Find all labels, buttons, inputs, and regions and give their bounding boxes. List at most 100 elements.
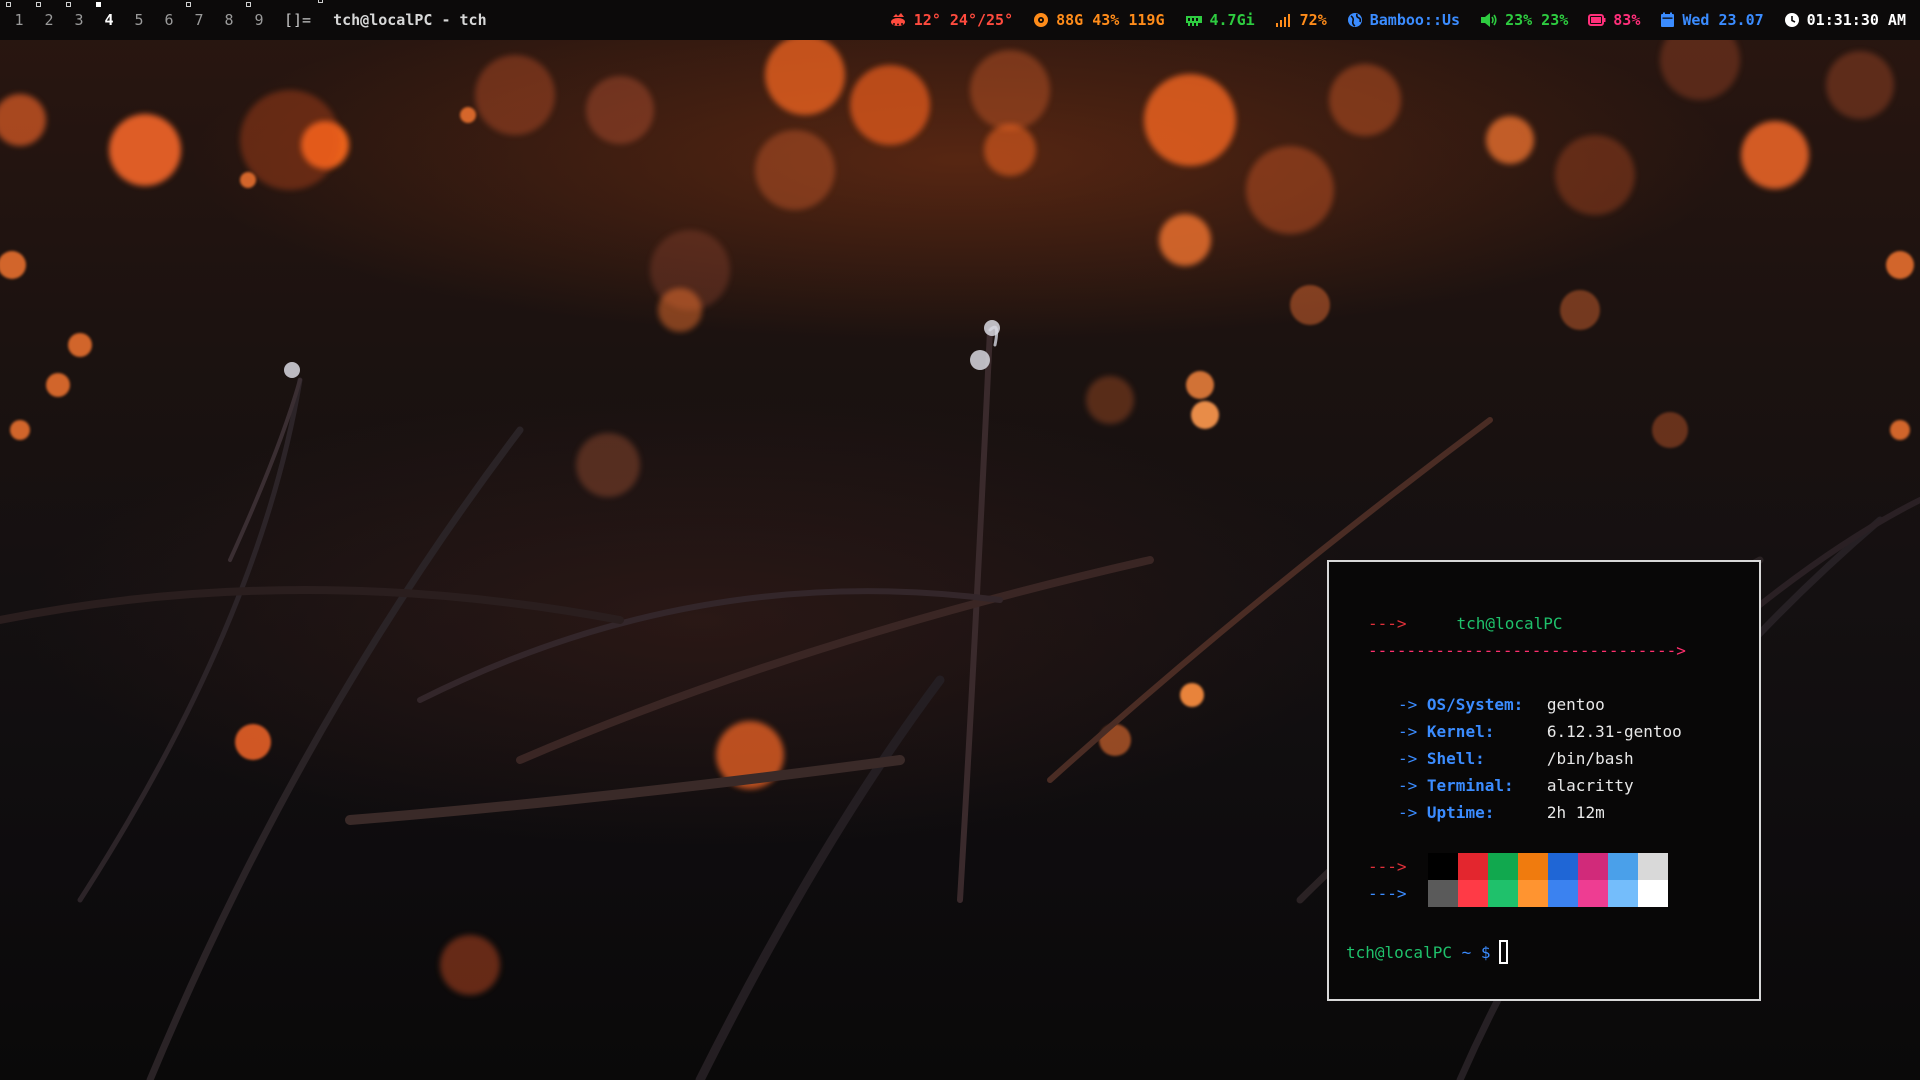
workspace-5[interactable]: 5: [124, 0, 154, 40]
calendar-icon: [1661, 12, 1675, 27]
globe-icon: [1347, 13, 1362, 27]
bokeh-light: [1086, 376, 1134, 424]
bokeh-light: [46, 373, 70, 397]
palette-row-1-swatch-8: [1638, 853, 1668, 880]
date-module[interactable]: Wed 23.07: [1660, 11, 1764, 29]
bokeh-light: [1652, 412, 1688, 448]
workspace-occupied-indicator: [6, 2, 11, 7]
bokeh-light: [850, 65, 930, 145]
workspace-list: 1 2 3 4 5 6 7 8 9: [0, 0, 274, 40]
clock-icon: [1784, 13, 1799, 27]
bokeh-light: [460, 107, 476, 123]
grass-blade: [345, 755, 905, 825]
bokeh-light: [1886, 251, 1914, 279]
bokeh-light: [765, 35, 845, 115]
workspace-occupied-indicator: [246, 2, 251, 7]
color-palette-row-1: [1428, 853, 1668, 880]
palette-row-1-swatch-6: [1578, 853, 1608, 880]
grass-blade: [77, 377, 303, 903]
bokeh-light: [1290, 285, 1330, 325]
header-user: tch@localPC: [1456, 614, 1563, 633]
volume-module[interactable]: 23% 23%: [1480, 11, 1568, 29]
palette-row-2-swatch-3: [1488, 880, 1518, 907]
keyboard-layout-module[interactable]: Bamboo::Us: [1347, 11, 1460, 29]
bokeh-light: [1890, 420, 1910, 440]
bokeh-light: [658, 288, 702, 332]
workspace-8[interactable]: 8: [214, 0, 244, 40]
fetch-divider: -------------------------------->: [1368, 641, 1686, 660]
palette-arrow-2: --->: [1368, 884, 1407, 903]
workspace-4[interactable]: 4: [94, 0, 124, 40]
palette-row-2-swatch-2: [1458, 880, 1488, 907]
workspace-occupied-indicator: [36, 2, 41, 7]
weather-module[interactable]: 12° 24°/25°: [889, 11, 1013, 29]
bokeh-light: [240, 172, 256, 188]
palette-row-2-swatch-8: [1638, 880, 1668, 907]
palette-row-2-swatch-1: [1428, 880, 1458, 907]
grass-blade: [957, 327, 993, 903]
palette-row-1-swatch-5: [1548, 853, 1578, 880]
workspace-occupied-indicator: [66, 2, 71, 7]
palette-row-2-swatch-6: [1578, 880, 1608, 907]
bokeh-light: [10, 420, 30, 440]
memory-module[interactable]: 4.7Gi: [1185, 11, 1255, 29]
workspace-9[interactable]: 9: [244, 0, 274, 40]
dew-drop: [970, 350, 990, 370]
info-os: -> OS/System: gentoo: [1398, 695, 1605, 714]
workspace-6[interactable]: 6: [154, 0, 184, 40]
signal-bars-icon: [1275, 14, 1290, 27]
palette-row-1-swatch-1: [1428, 853, 1458, 880]
bokeh-light: [1555, 135, 1635, 215]
palette-row-1-swatch-2: [1458, 853, 1488, 880]
bokeh-light: [475, 55, 555, 135]
bokeh-light: [1826, 51, 1894, 119]
layout-indicator[interactable]: []=: [284, 0, 323, 29]
workspace-occupied-indicator: [186, 2, 191, 7]
palette-row-1-swatch-7: [1608, 853, 1638, 880]
info-terminal: -> Terminal: alacritty: [1398, 776, 1634, 795]
bokeh-light: [1486, 116, 1534, 164]
bokeh-light: [1159, 214, 1211, 266]
bokeh-light: [1180, 683, 1204, 707]
info-shell: -> Shell:/bin/bash: [1398, 749, 1634, 768]
text-cursor: [1498, 940, 1508, 964]
workspace-3[interactable]: 3: [64, 0, 94, 40]
workspace-1[interactable]: 1: [4, 0, 34, 40]
battery-module[interactable]: 83%: [1588, 11, 1640, 29]
bokeh-light: [0, 94, 46, 146]
info-kernel: -> Kernel: 6.12.31-gentoo: [1398, 722, 1682, 741]
bokeh-light: [0, 251, 26, 279]
clock-module[interactable]: 01:31:30 AM: [1784, 11, 1906, 29]
bokeh-light: [68, 333, 92, 357]
bokeh-light: [1560, 290, 1600, 330]
workspace-occupied-indicator: [96, 2, 101, 7]
terminal-window[interactable]: ---> tch@localPC ------------------------…: [1327, 560, 1761, 1001]
info-uptime: -> Uptime: 2h 12m: [1398, 803, 1605, 822]
dew-drop: [284, 362, 300, 378]
palette-row-1-swatch-4: [1518, 853, 1548, 880]
disk-module[interactable]: 88G 43% 119G: [1033, 11, 1165, 29]
workspace-7[interactable]: 7: [184, 0, 214, 40]
bokeh-light: [970, 50, 1050, 130]
bokeh-light: [1186, 371, 1214, 399]
bokeh-light: [1741, 121, 1809, 189]
layout-indicator-dot: [318, 0, 323, 3]
cpu-module[interactable]: 72%: [1275, 11, 1327, 29]
palette-row-2-swatch-7: [1608, 880, 1638, 907]
window-title: tch@localPC - tch: [333, 11, 487, 29]
grass-blade: [0, 586, 624, 624]
bokeh-light: [586, 76, 654, 144]
workspace-2[interactable]: 2: [34, 0, 64, 40]
grass-blade: [228, 378, 302, 562]
palette-row-2-swatch-5: [1548, 880, 1578, 907]
bokeh-light: [240, 90, 340, 190]
palette-row-2-swatch-4: [1518, 880, 1548, 907]
bokeh-light: [984, 124, 1036, 176]
header-arrow: --->: [1368, 614, 1407, 633]
battery-icon: [1588, 14, 1606, 26]
weather-icon: [890, 13, 905, 26]
disk-icon: [1034, 13, 1049, 27]
status-modules: 12° 24°/25° 88G 43% 119G 4.7Gi 72% Bambo…: [869, 11, 1920, 29]
shell-prompt[interactable]: tch@localPC ~ $: [1346, 940, 1508, 964]
palette-arrow-1: --->: [1368, 857, 1407, 876]
